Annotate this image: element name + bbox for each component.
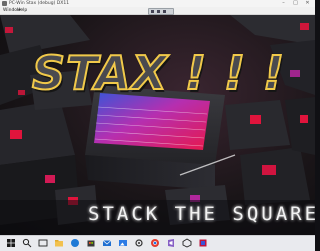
window-title: PC-Win Stax (debug) DX11	[9, 1, 70, 6]
photos-icon[interactable]	[118, 238, 128, 248]
vs-icon[interactable]	[166, 238, 176, 248]
debug-toolbar[interactable]	[148, 8, 174, 15]
game-logo: STAX ! ! !	[31, 45, 285, 101]
game-viewport[interactable]: STAX ! ! ! STACK THE SQUARE	[0, 15, 315, 235]
game-icon[interactable]	[198, 238, 208, 248]
windows-start-icon[interactable]	[6, 238, 16, 248]
store-icon[interactable]	[86, 238, 96, 248]
maximize-button[interactable]: □	[291, 0, 300, 7]
minimize-button[interactable]: –	[279, 0, 288, 7]
unity-icon[interactable]	[182, 238, 192, 248]
mail-icon[interactable]	[102, 238, 112, 248]
search-icon[interactable]	[22, 238, 32, 248]
menu-help[interactable]: Help	[17, 7, 27, 14]
app-icon	[2, 1, 7, 6]
step-icon[interactable]	[157, 10, 160, 13]
task-view-icon[interactable]	[38, 238, 48, 248]
taskbar	[0, 235, 315, 251]
pause-icon[interactable]	[151, 10, 154, 13]
chrome-icon[interactable]	[150, 238, 160, 248]
file-explorer-icon[interactable]	[54, 238, 64, 248]
edge-icon[interactable]	[70, 238, 80, 248]
game-subtitle: STACK THE SQUARE	[88, 203, 315, 225]
close-button[interactable]: ✕	[303, 0, 312, 7]
settings-icon[interactable]	[134, 238, 144, 248]
play-icon[interactable]	[163, 10, 166, 13]
